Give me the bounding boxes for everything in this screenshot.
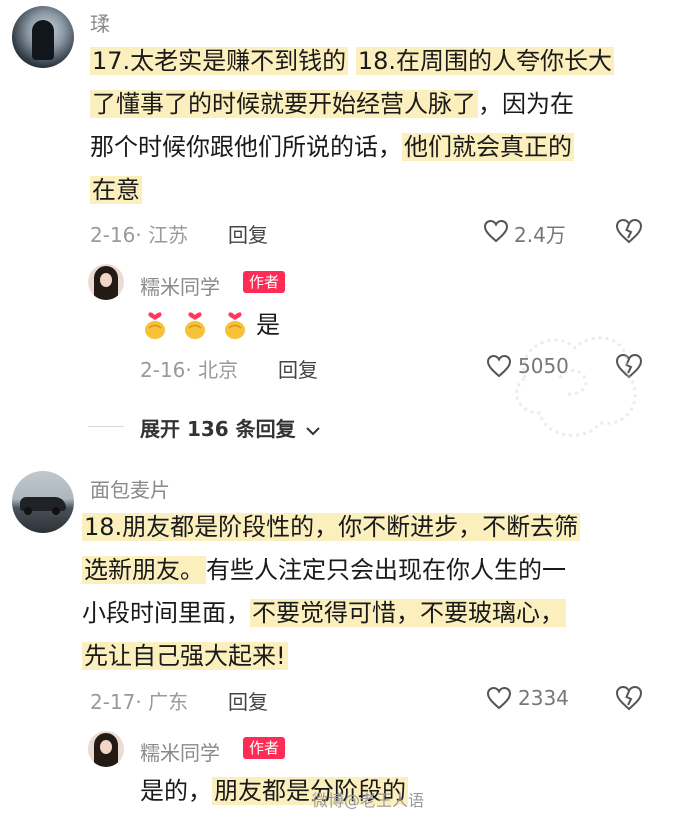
- author-badge: 作者: [243, 737, 286, 759]
- highlighted-text: 17.太老实是赚不到钱的: [90, 47, 349, 75]
- highlighted-text: 了懂事了的时候就要开始经营人脉了: [90, 90, 478, 118]
- comment-line: 在意: [90, 171, 142, 209]
- comment-date-location: 2-17· 广东: [90, 690, 189, 714]
- heart-icon[interactable]: [486, 686, 512, 710]
- reply-text: 是: [256, 311, 280, 339]
- expand-replies-label: 展开 136 条回复: [140, 417, 296, 441]
- author-badge: 作者: [243, 271, 286, 293]
- highlighted-text: 在意: [90, 176, 142, 204]
- highlighted-text: 选新朋友。: [82, 556, 206, 584]
- chevron-down-icon: [305, 426, 320, 435]
- comment-line: 了懂事了的时候就要开始经营人脉了，因为在: [90, 85, 574, 123]
- watermark: 微博@老王人语: [312, 791, 425, 810]
- like-count: 2334: [518, 686, 569, 710]
- heart-hand-icon: [185, 312, 205, 339]
- highlighted-text: 18.在周围的人夸你长大: [355, 47, 614, 75]
- avatar[interactable]: [12, 6, 74, 68]
- expand-replies-button[interactable]: 展开 136 条回复: [140, 413, 321, 442]
- highlighted-text: 先让自己强大起来!: [82, 642, 288, 670]
- divider: [88, 426, 124, 427]
- comment-line: 先让自己强大起来!: [82, 637, 288, 675]
- comment-text: 那个时候你跟他们所说的话，: [90, 133, 402, 161]
- avatar[interactable]: [12, 471, 74, 533]
- comment-text: ，因为在: [478, 90, 574, 118]
- reply-username[interactable]: 糯米同学: [140, 271, 220, 300]
- comment-date-location: 2-16· 江苏: [90, 223, 189, 247]
- heart-hand-icon: [145, 312, 165, 339]
- highlighted-text: 他们就会真正的: [402, 133, 574, 161]
- reply-button[interactable]: 回复: [228, 219, 268, 248]
- heart-hand-icon: [225, 312, 245, 339]
- comment-text: 有些人注定只会出现在你人生的一: [206, 556, 566, 584]
- comment-body: 17.太老实是赚不到钱的 18.在周围的人夸你长大 了懂事了的时候就要开始经营人…: [90, 42, 660, 212]
- comment-line: 小段时间里面，不要觉得可惜，不要玻璃心，: [82, 594, 566, 632]
- reply-username[interactable]: 糯米同学: [140, 737, 220, 766]
- reply-date-location: 2-16· 北京: [140, 358, 239, 382]
- comment-text: 是的，: [140, 777, 212, 805]
- avatar[interactable]: [88, 264, 124, 300]
- comment-username[interactable]: 瑈: [90, 8, 110, 37]
- highlighted-text: 不要觉得可惜，不要玻璃心，: [250, 599, 566, 627]
- like-count: 2.4万: [514, 223, 566, 247]
- avatar[interactable]: [88, 731, 124, 767]
- comment-line: 18.朋友都是阶段性的，你不断进步，不断去筛: [82, 508, 581, 546]
- comment-line: 17.太老实是赚不到钱的 18.在周围的人夸你长大: [90, 42, 614, 80]
- dislike-icon[interactable]: [614, 217, 644, 245]
- comment-username[interactable]: 面包麦片: [90, 474, 170, 503]
- comment-body: 18.朋友都是阶段性的，你不断进步，不断去筛 选新朋友。有些人注定只会出现在你人…: [82, 508, 662, 678]
- comment-line: 选新朋友。有些人注定只会出现在你人生的一: [82, 551, 566, 589]
- comment-text: 小段时间里面，: [82, 599, 250, 627]
- reply-button[interactable]: 回复: [228, 686, 268, 715]
- decorative-stamp-icon: [515, 336, 637, 437]
- highlighted-text: 18.朋友都是阶段性的，你不断进步，不断去筛: [82, 513, 581, 541]
- dislike-icon[interactable]: [614, 684, 644, 712]
- comment-text: [348, 47, 356, 75]
- reply-button[interactable]: 回复: [278, 354, 318, 383]
- heart-icon[interactable]: [483, 219, 509, 243]
- emoji-row: [140, 306, 260, 342]
- comment-line: 那个时候你跟他们所说的话，他们就会真正的: [90, 128, 574, 166]
